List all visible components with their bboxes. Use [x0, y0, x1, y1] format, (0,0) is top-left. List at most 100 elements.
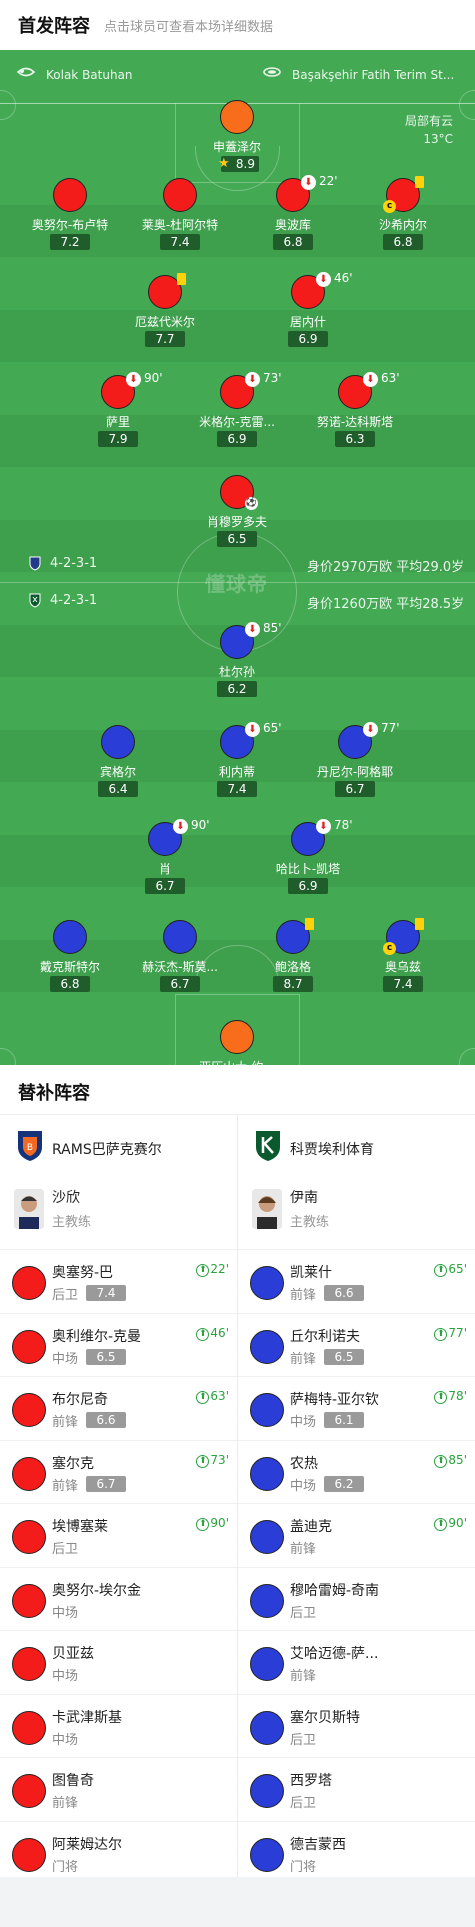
home-player[interactable]: c 沙希内尔 6.8 — [353, 176, 453, 258]
player-rating: 7.4 — [383, 976, 423, 992]
away-player[interactable]: ⬇ 85' 杜尔孙 6.2 — [187, 621, 287, 705]
player-jersey — [250, 1520, 284, 1554]
weather-text: 局部有云 — [404, 114, 453, 128]
captain-icon: c — [383, 942, 396, 955]
right-coach[interactable]: 伊南 主教练 — [238, 1183, 475, 1239]
player-name: 申蓋泽尔 — [212, 140, 261, 154]
sub-player-position: 后卫 — [290, 1732, 317, 1748]
pitch: Kolak Batuhan Başakşehir Fatih Terim St.… — [0, 50, 475, 1065]
player-rating: 6.2 — [217, 681, 257, 697]
player-name: 沙希内尔 — [378, 218, 427, 232]
sub-player-row[interactable]: 塞尔克 前锋 6.7 ⬆ 73' — [0, 1439, 237, 1504]
player-jersey — [12, 1329, 46, 1364]
home-formation: 4-2-3-1 — [50, 556, 98, 571]
home-player[interactable]: ⬇ 90' 萨里 7.9 — [68, 371, 168, 455]
player-name: 丹尼尔-阿格耶 — [316, 765, 394, 779]
sub-player-row[interactable]: 贝亚兹 中场 — [0, 1630, 237, 1694]
home-player[interactable]: 奥努尔-布卢特 7.2 — [20, 178, 120, 258]
coach-name: 沙欣 — [52, 1190, 80, 1206]
player-jersey — [12, 1710, 46, 1745]
sub-out-minute: 63' — [381, 371, 400, 385]
page-bottom — [0, 1877, 475, 1927]
sub-in-icon: ⬆ — [434, 1264, 448, 1277]
sub-player-row[interactable]: 奥利维尔-克曼 中场 6.5 ⬆ 46' — [0, 1312, 237, 1377]
sub-player-row[interactable]: 阿莱姆达尔 门将 — [0, 1820, 237, 1885]
left-club[interactable]: B RAMS巴萨克赛尔 — [0, 1129, 237, 1163]
player-jersey — [12, 1266, 46, 1300]
sub-player-position: 前锋 — [290, 1669, 317, 1684]
home-player[interactable]: 莱奥-杜阿尔特 7.4 — [130, 178, 230, 258]
sub-in-icon: ⬆ — [196, 1518, 210, 1531]
sub-player-rating: 6.6 — [86, 1412, 126, 1428]
home-player[interactable]: ⬇ 46' 居内什 6.9 — [258, 271, 358, 355]
player-name: 肖 — [158, 862, 171, 876]
away-formation: 4-2-3-1 — [50, 593, 98, 608]
sub-player-row[interactable]: 布尔尼奇 前锋 6.6 ⬆ 63' — [0, 1376, 237, 1440]
sub-player-row[interactable]: 艾哈迈德-萨... 前锋 — [238, 1630, 475, 1694]
sub-player-row[interactable]: 奥塞努-巴 后卫 7.4 ⬆ 22' — [0, 1249, 237, 1313]
away-player[interactable]: ⬇ 65' 利内蒂 7.4 — [187, 721, 287, 805]
away-player[interactable]: ⬇ 90' 肖 6.7 — [115, 818, 215, 902]
home-player[interactable]: 厄兹代米尔 7.7 — [115, 273, 215, 355]
sub-player-row[interactable]: 卡武津斯基 中场 — [0, 1693, 237, 1758]
sub-player-row[interactable]: 图鲁奇 前锋 — [0, 1757, 237, 1821]
away-player[interactable]: 鲍洛格 8.7 — [243, 918, 343, 1000]
sub-out-minute: 77' — [381, 721, 400, 735]
player-rating: 6.5 — [217, 531, 257, 547]
sub-in-time: ⬆ 90' — [434, 1516, 467, 1531]
sub-player-row[interactable]: 奥努尔-埃尔金 中场 — [0, 1566, 237, 1631]
player-jersey — [12, 1456, 46, 1491]
sub-player-row[interactable]: 塞尔贝斯特 后卫 — [238, 1693, 475, 1758]
home-player[interactable]: ⬇ 63' 努诺-达科斯塔 6.3 — [305, 371, 405, 455]
sub-player-row[interactable]: 埃博塞莱 后卫 ⬆ 90' — [0, 1503, 237, 1567]
player-rating: 6.8 — [50, 976, 90, 992]
sub-player-name: 贝亚兹 — [52, 1646, 94, 1662]
home-player[interactable]: 申蓋泽尔 ★ 8.9 — [187, 100, 287, 180]
home-player[interactable]: ⬇ 22' 奥波库 6.8 — [243, 174, 343, 258]
sub-out-icon: ⬇ — [245, 622, 260, 637]
away-player[interactable]: ⬇ 78' 哈比卜-凯塔 6.9 — [258, 818, 358, 902]
sub-player-row[interactable]: 萨梅特-亚尔钦 中场 6.1 ⬆ 78' — [238, 1376, 475, 1440]
sub-player-rating: 6.2 — [324, 1475, 364, 1492]
player-name: 努诺-达科斯塔 — [316, 415, 394, 429]
player-name: 宾格尔 — [99, 765, 136, 779]
home-value: 身价2970万欧 平均29.0岁 — [307, 560, 465, 575]
sub-player-row[interactable]: 穆哈雷姆-奇南 后卫 — [238, 1566, 475, 1631]
player-jersey — [250, 1647, 284, 1681]
sub-player-position: 后卫 — [52, 1288, 79, 1303]
player-jersey — [163, 920, 197, 954]
sub-in-time: ⬆ 77' — [434, 1326, 467, 1341]
sub-player-row[interactable]: 凯莱什 前锋 6.6 ⬆ 65' — [238, 1249, 475, 1313]
sub-player-name: 农热 — [290, 1455, 318, 1472]
player-rating: 6.9 — [288, 878, 328, 894]
away-player[interactable]: c 奥乌兹 7.4 — [353, 918, 453, 1000]
left-club-name: RAMS巴萨克赛尔 — [52, 1142, 162, 1158]
sub-out-minute: 78' — [334, 818, 353, 832]
away-player[interactable]: 赫沃杰-斯莫... 6.7 — [130, 920, 230, 1000]
sub-player-row[interactable]: 农热 中场 6.2 ⬆ 85' — [238, 1439, 475, 1504]
home-player[interactable]: ⚽ 肖穆罗多夫 6.5 — [187, 475, 287, 555]
sub-player-rating: 7.4 — [86, 1285, 126, 1301]
player-rating: 7.4 — [217, 781, 257, 797]
sub-player-row[interactable]: 丘尔利诺夫 前锋 6.5 ⬆ 77' — [238, 1312, 475, 1377]
away-player[interactable]: 戴克斯特尔 6.8 — [20, 920, 120, 1000]
sub-player-row[interactable]: 德吉蒙西 门将 — [238, 1820, 475, 1885]
sub-player-name: 萨梅特-亚尔钦 — [290, 1392, 380, 1408]
player-name: 萨里 — [105, 415, 130, 429]
away-player[interactable]: 亚历山大-约...6.5 — [187, 1020, 287, 1065]
away-player[interactable]: ⬇ 77' 丹尼尔-阿格耶 6.7 — [305, 721, 405, 805]
sub-player-position: 中场 — [52, 1732, 79, 1748]
sub-in-time: ⬆ 22' — [196, 1262, 229, 1277]
left-coach[interactable]: 沙欣 主教练 — [0, 1183, 237, 1239]
player-jersey — [12, 1774, 46, 1808]
player-name: 厄兹代米尔 — [134, 315, 195, 329]
away-player[interactable]: 宾格尔 6.4 — [68, 725, 168, 805]
sub-player-name: 埃博塞莱 — [52, 1519, 108, 1535]
sub-in-icon: ⬆ — [434, 1454, 448, 1468]
sub-player-row[interactable]: 西罗塔 后卫 — [238, 1757, 475, 1821]
home-player[interactable]: ⬇ 73' 米格尔-克雷... 6.9 — [187, 371, 287, 455]
sub-out-icon: ⬇ — [316, 272, 331, 287]
right-club[interactable]: 科贾埃利体育 — [238, 1129, 475, 1163]
player-jersey — [53, 178, 87, 212]
sub-player-row[interactable]: 盖迪克 前锋 ⬆ 90' — [238, 1503, 475, 1567]
